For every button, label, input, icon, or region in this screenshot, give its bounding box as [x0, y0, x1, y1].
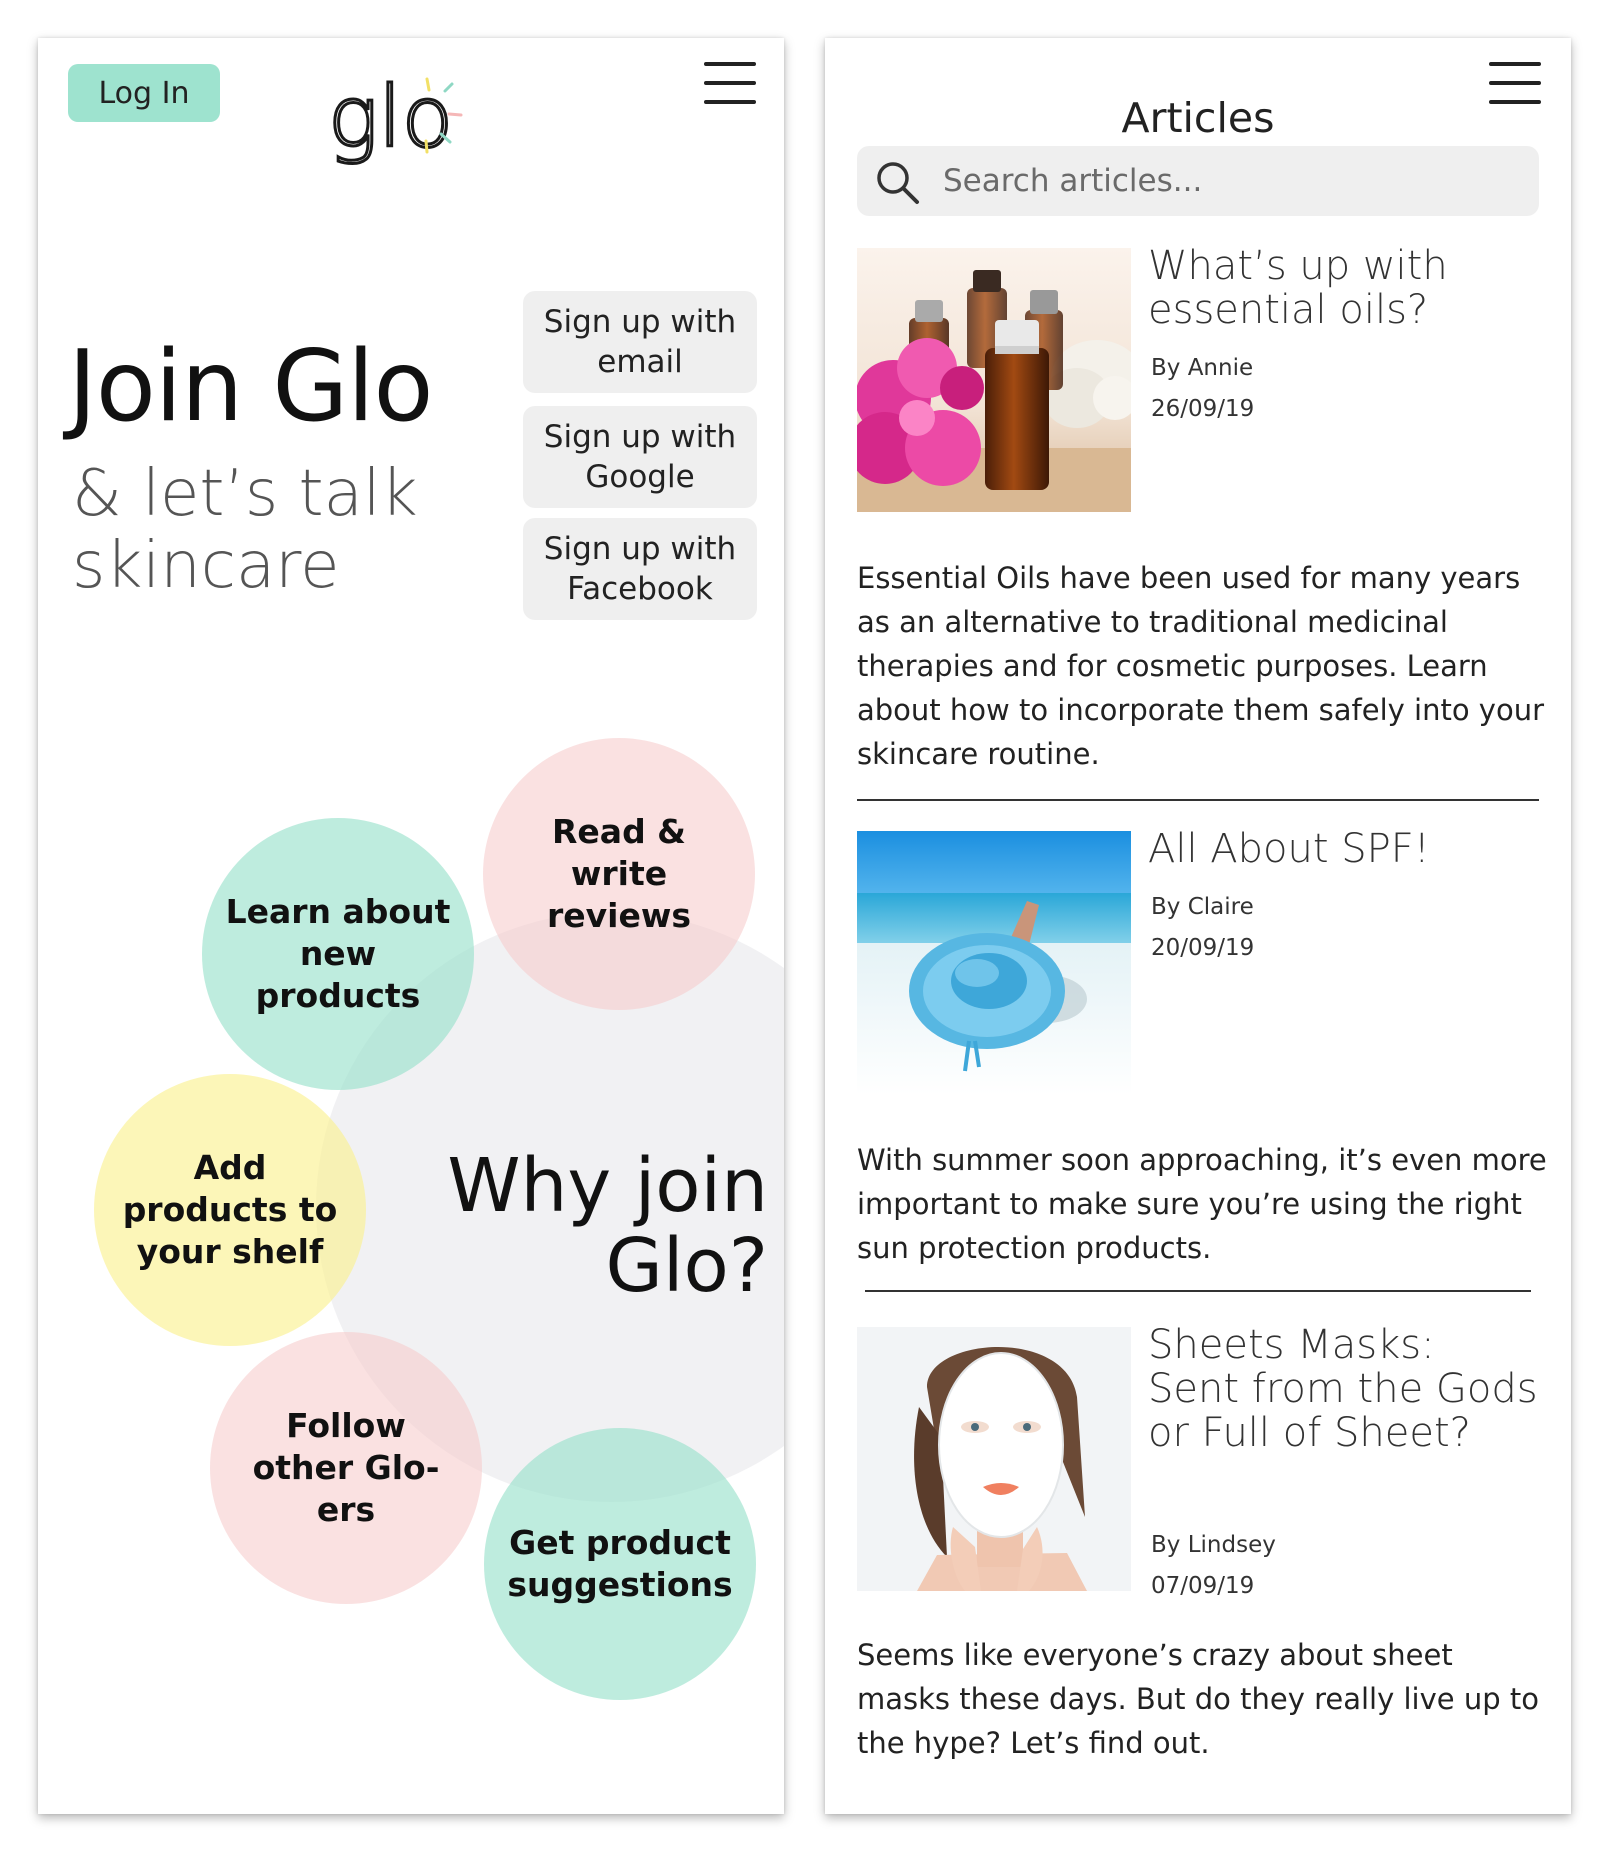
article-title[interactable]: What’s up with essential oils? [1148, 244, 1538, 332]
menu-icon[interactable] [1489, 62, 1541, 104]
page-title: Join Glo [68, 330, 433, 444]
signup-email-button[interactable]: Sign up with email [523, 291, 757, 393]
glo-logo-text: glo [328, 68, 453, 166]
feature-label: Follow other Glo-ers [252, 1406, 440, 1529]
menu-icon[interactable] [704, 62, 756, 104]
article-image-sheet-mask[interactable] [857, 1327, 1131, 1591]
article-image-essential-oils[interactable] [857, 248, 1131, 512]
article-divider [857, 799, 1539, 801]
feature-bubble-suggestions: Get product suggestions [484, 1428, 756, 1700]
join-screen: Log In glo Join Glo & let’s talk skincar… [38, 38, 784, 1814]
article-title[interactable]: All About SPF! [1148, 827, 1538, 871]
page-title: Articles [1121, 94, 1275, 142]
feature-label: Learn about new products [225, 892, 451, 1015]
article-image-spf[interactable] [857, 831, 1131, 1095]
feature-bubble-reviews: Read & write reviews [483, 738, 755, 1010]
feature-label: Add products to your shelf [122, 1148, 338, 1271]
article-divider [865, 1290, 1531, 1292]
article-date: 07/09/19 [1151, 1573, 1255, 1599]
feature-bubble-learn: Learn about new products [202, 818, 474, 1090]
signup-facebook-button[interactable]: Sign up with Facebook [523, 518, 757, 620]
feature-bubble-follow: Follow other Glo-ers [210, 1332, 482, 1604]
search-bar[interactable] [857, 146, 1539, 216]
article-date: 20/09/19 [1151, 935, 1255, 961]
article-author: By Annie [1151, 355, 1254, 381]
feature-bubble-shelf: Add products to your shelf [94, 1074, 366, 1346]
article-author: By Claire [1151, 894, 1254, 920]
glo-logo-mark: glo [327, 67, 463, 168]
glo-logo[interactable]: glo [327, 56, 478, 186]
page-subtitle: & let’s talk skincare [72, 457, 418, 603]
articles-screen: Articles Search articles... What’s up wi… [825, 38, 1571, 1814]
search-input[interactable] [943, 146, 1523, 216]
article-excerpt: Essential Oils have been used for many y… [857, 561, 1545, 771]
signup-google-button[interactable]: Sign up with Google [523, 406, 757, 508]
login-button[interactable]: Log In [68, 64, 220, 122]
feature-label: Get product suggestions [507, 1523, 733, 1604]
feature-label: Read & write reviews [547, 812, 691, 935]
article-title[interactable]: Sheets Masks: Sent from the Gods or Full… [1148, 1323, 1538, 1455]
search-icon [877, 162, 919, 204]
article-date: 26/09/19 [1151, 396, 1255, 422]
article-author: By Lindsey [1151, 1532, 1276, 1558]
why-join-heading: Why join Glo? [447, 1143, 768, 1309]
article-excerpt: Seems like everyone’s crazy about sheet … [857, 1638, 1539, 1760]
article-excerpt: With summer soon approaching, it’s even … [857, 1143, 1547, 1265]
